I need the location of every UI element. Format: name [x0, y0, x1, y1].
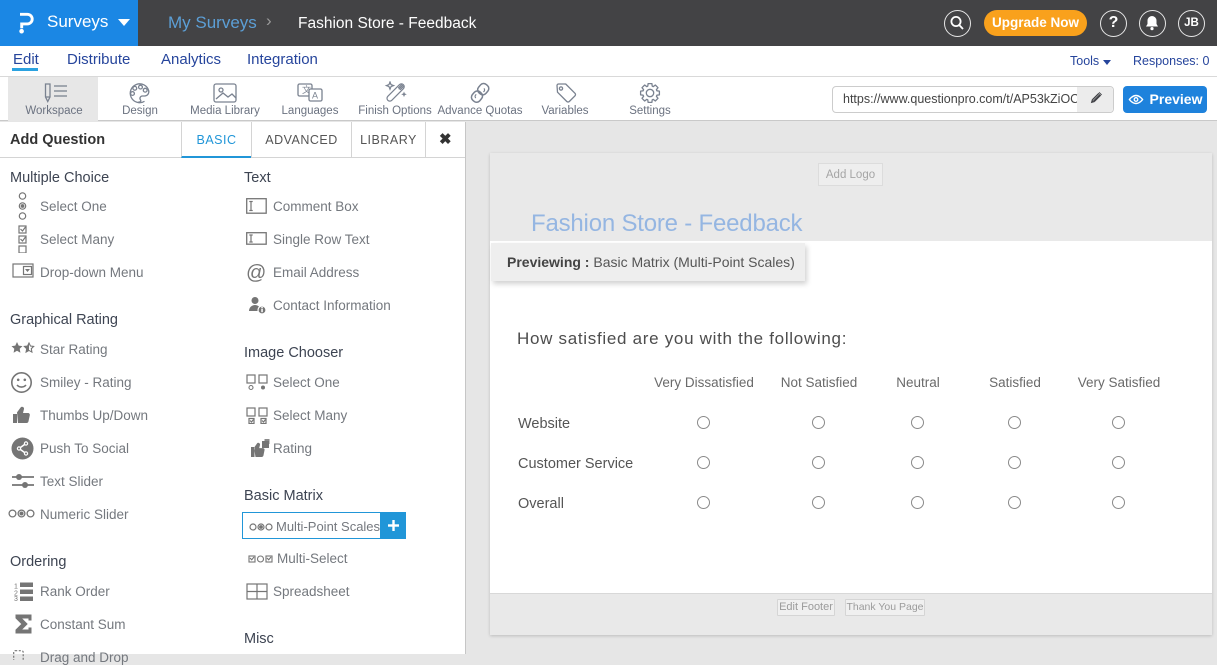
- svg-text:1: 1: [14, 584, 18, 591]
- svg-text:3: 3: [14, 596, 18, 601]
- svg-text:A: A: [312, 91, 318, 101]
- svg-text:@: @: [246, 262, 266, 283]
